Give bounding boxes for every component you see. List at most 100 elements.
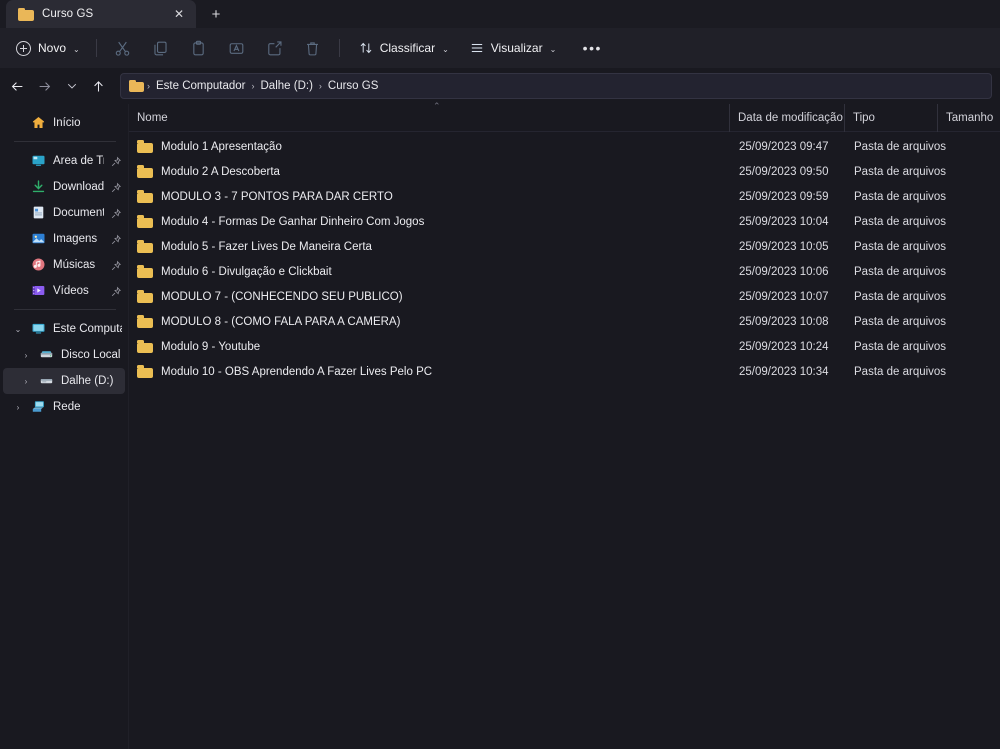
breadcrumb-item-curso-gs[interactable]: Curso GS xyxy=(323,78,384,94)
table-row[interactable]: Modulo 6 - Divulgação e Clickbait 25/09/2… xyxy=(131,259,998,284)
table-row[interactable]: MODULO 8 - (COMO FALA PARA A CAMERA) 25/0… xyxy=(131,309,998,334)
cell-name[interactable]: Modulo 10 - OBS Aprendendo A Fazer Lives… xyxy=(131,365,731,378)
file-name-label: MODULO 3 - 7 PONTOS PARA DAR CERTO xyxy=(161,190,393,203)
toolbar-divider xyxy=(95,39,97,57)
cell-name[interactable]: MODULO 8 - (COMO FALA PARA A CAMERA) xyxy=(131,315,731,328)
table-row[interactable]: Modulo 5 - Fazer Lives De Maneira Certa 2… xyxy=(131,234,998,259)
sidebar-item-music[interactable]: Músicas xyxy=(3,252,125,278)
table-row[interactable]: MODULO 7 - (CONHECENDO SEU PUBLICO) 25/09… xyxy=(131,284,998,309)
drive-icon xyxy=(39,347,55,363)
sidebar-item-this-pc[interactable]: ⌄ Este Computador xyxy=(3,316,125,342)
pin-icon[interactable] xyxy=(110,207,122,219)
breadcrumb-item-this-pc[interactable]: Este Computador xyxy=(151,78,251,94)
chevron-right-icon[interactable]: › xyxy=(19,377,33,386)
cell-type: Pasta de arquivos xyxy=(854,215,947,228)
pin-icon[interactable] xyxy=(110,285,122,297)
back-button[interactable] xyxy=(4,73,31,99)
pictures-icon xyxy=(31,231,47,247)
pin-icon[interactable] xyxy=(110,155,122,167)
cell-name[interactable]: Modulo 9 - Youtube xyxy=(131,340,731,353)
cell-date: 25/09/2023 09:50 xyxy=(739,165,829,178)
cell-name[interactable]: Modulo 4 - Formas De Ganhar Dinheiro Com… xyxy=(131,215,731,228)
folder-icon xyxy=(137,190,153,203)
file-name-label: Modulo 1 Apresentação xyxy=(161,140,282,153)
delete-icon[interactable] xyxy=(294,33,332,63)
view-button[interactable]: Visualizar ⌄ xyxy=(461,34,566,62)
sidebar-item-rede[interactable]: › Rede xyxy=(3,394,125,420)
file-name-label: Modulo 4 - Formas De Ganhar Dinheiro Com… xyxy=(161,215,425,228)
up-button[interactable] xyxy=(85,73,112,99)
cell-name[interactable]: MODULO 7 - (CONHECENDO SEU PUBLICO) xyxy=(131,290,731,303)
home-icon-glyph xyxy=(32,116,45,129)
sidebar-item-pictures[interactable]: Imagens xyxy=(3,226,125,252)
sidebar-item-videos[interactable]: Vídeos xyxy=(3,278,125,304)
sidebar-item-documents[interactable]: Documentos xyxy=(3,200,125,226)
cell-type: Pasta de arquivos xyxy=(854,315,947,328)
chevron-down-icon[interactable]: ⌄ xyxy=(11,325,25,334)
table-row[interactable]: Modulo 1 Apresentação 25/09/2023 09:47 Pas… xyxy=(131,134,998,159)
cell-date: 25/09/2023 10:06 xyxy=(739,265,829,278)
cell-name[interactable]: Modulo 2 A Descoberta xyxy=(131,165,731,178)
sidebar-item-label: Vídeos xyxy=(53,285,89,297)
address-bar[interactable]: › Este Computador › Dalhe (D:) › Curso G… xyxy=(120,73,992,99)
cut-icon[interactable] xyxy=(104,33,142,63)
table-row[interactable]: Modulo 4 - Formas De Ganhar Dinheiro Com… xyxy=(131,209,998,234)
file-name-label: Modulo 5 - Fazer Lives De Maneira Certa xyxy=(161,240,372,253)
cell-date: 25/09/2023 09:47 xyxy=(739,140,829,153)
rename-icon[interactable] xyxy=(218,33,256,63)
paste-icon[interactable] xyxy=(180,33,218,63)
new-tab-button[interactable]: + xyxy=(200,1,232,27)
new-button[interactable]: Novo ⌄ xyxy=(10,34,89,62)
main-area: Início Área de Trabalho xyxy=(0,102,1000,749)
pin-icon[interactable] xyxy=(110,181,122,193)
sidebar-item-label: Área de Trabalho xyxy=(53,155,104,167)
cell-name[interactable]: Modulo 5 - Fazer Lives De Maneira Certa xyxy=(131,240,731,253)
column-header-name[interactable]: Nome xyxy=(129,104,729,132)
share-icon[interactable] xyxy=(256,33,294,63)
tab-curso-gs[interactable]: Curso GS ✕ xyxy=(6,0,196,28)
recent-locations-button[interactable] xyxy=(58,73,85,99)
sidebar-divider xyxy=(14,141,116,142)
table-row[interactable]: Modulo 9 - Youtube 25/09/2023 10:24 Pasta … xyxy=(131,334,998,359)
breadcrumb-item-drive-d[interactable]: Dalhe (D:) xyxy=(256,78,318,94)
folder-icon xyxy=(137,140,153,153)
folder-icon xyxy=(137,165,153,178)
cell-date: 25/09/2023 10:24 xyxy=(739,340,829,353)
cell-type: Pasta de arquivos xyxy=(854,165,947,178)
sidebar-item-label: Disco Local (C:) xyxy=(61,349,122,361)
table-row[interactable]: MODULO 3 - 7 PONTOS PARA DAR CERTO 25/09/… xyxy=(131,184,998,209)
close-tab-icon[interactable]: ✕ xyxy=(168,4,190,24)
chevron-down-icon: ⌄ xyxy=(442,44,449,54)
chevron-right-icon[interactable]: › xyxy=(11,403,25,412)
pin-icon[interactable] xyxy=(110,259,122,271)
table-row[interactable]: Modulo 10 - OBS Aprendendo A Fazer Lives… xyxy=(131,359,998,384)
chevron-down-icon xyxy=(67,83,76,89)
sidebar-item-disco-local-c[interactable]: › Disco Local (C:) xyxy=(3,342,125,368)
column-header-size[interactable]: Tamanho xyxy=(937,103,1000,132)
cell-name[interactable]: Modulo 1 Apresentação xyxy=(131,140,731,153)
copy-icon[interactable] xyxy=(142,33,180,63)
sidebar-item-home[interactable]: Início xyxy=(3,110,125,136)
more-options-button[interactable]: ••• xyxy=(575,34,609,62)
videos-icon xyxy=(31,283,47,299)
file-explorer-window: Curso GS ✕ + Novo ⌄ Classificar ⌄ Visual… xyxy=(0,0,1000,749)
command-bar: Novo ⌄ Classificar ⌄ Visualizar ⌄ ••• xyxy=(0,28,1000,68)
cell-name[interactable]: MODULO 3 - 7 PONTOS PARA DAR CERTO xyxy=(131,190,731,203)
forward-button[interactable] xyxy=(31,73,58,99)
sidebar-item-downloads[interactable]: Downloads xyxy=(3,174,125,200)
sidebar-item-label: Este Computador xyxy=(53,323,122,335)
file-name-label: MODULO 8 - (COMO FALA PARA A CAMERA) xyxy=(161,315,401,328)
column-header-type[interactable]: Tipo xyxy=(844,103,937,132)
chevron-right-icon[interactable]: › xyxy=(19,351,33,360)
sidebar-item-desktop[interactable]: Área de Trabalho xyxy=(3,148,125,174)
folder-icon xyxy=(129,80,144,92)
cell-name[interactable]: Modulo 6 - Divulgação e Clickbait xyxy=(131,265,731,278)
chevron-down-icon: ⌄ xyxy=(549,44,557,54)
table-row[interactable]: Modulo 2 A Descoberta 25/09/2023 09:50 Pas… xyxy=(131,159,998,184)
cell-date: 25/09/2023 10:07 xyxy=(739,290,829,303)
sidebar-item-dalhe-d[interactable]: › Dalhe (D:) xyxy=(3,368,125,394)
sort-button[interactable]: Classificar ⌄ xyxy=(350,34,458,62)
folder-icon xyxy=(137,340,153,353)
pin-icon[interactable] xyxy=(110,233,122,245)
column-header-date[interactable]: Data de modificação xyxy=(729,103,844,132)
